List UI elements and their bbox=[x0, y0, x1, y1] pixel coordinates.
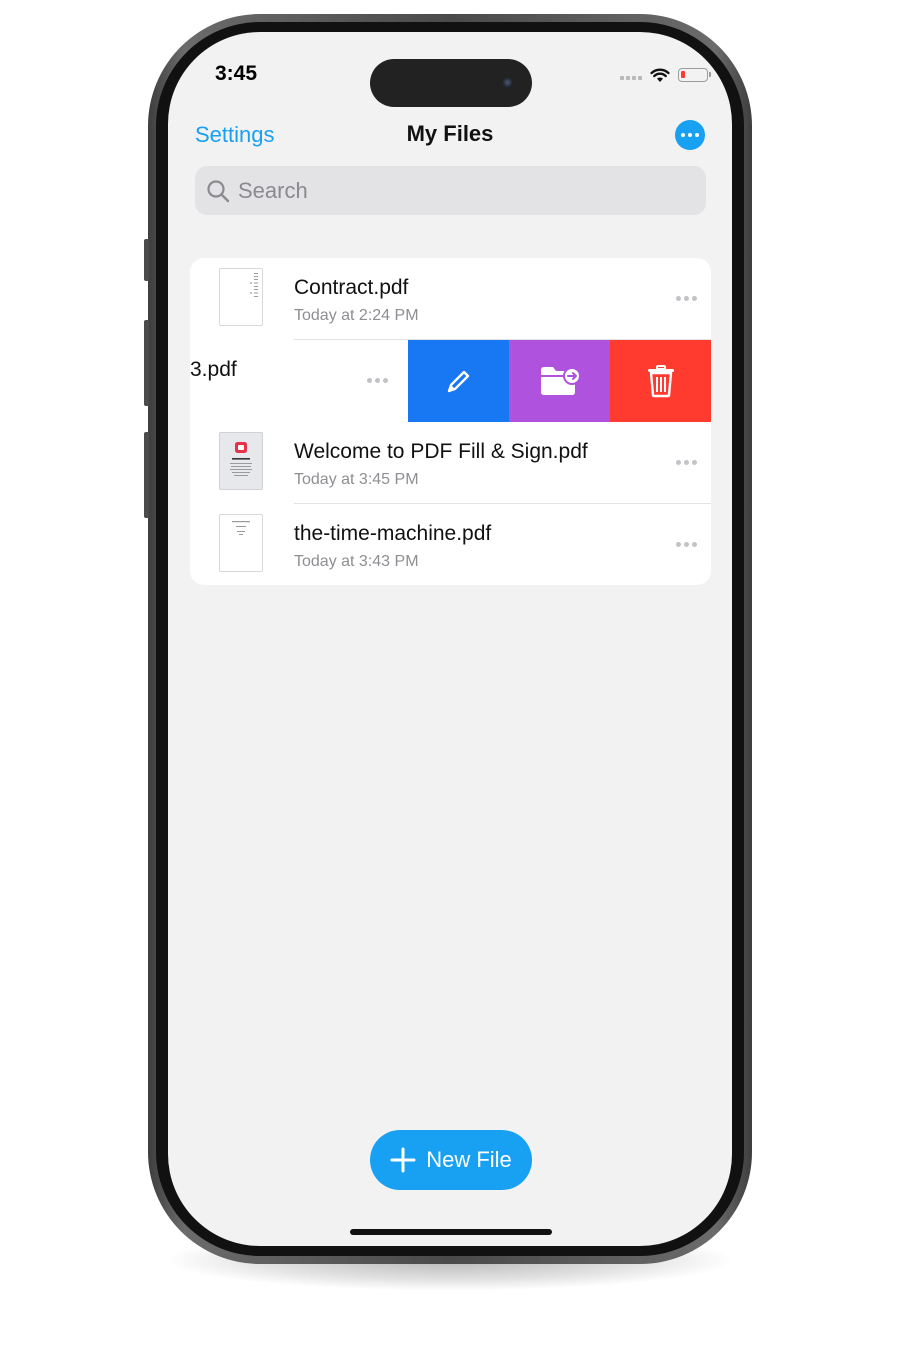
delete-action-button[interactable] bbox=[610, 340, 711, 422]
status-time: 3:45 bbox=[215, 62, 258, 85]
page-title: My Files bbox=[406, 121, 494, 146]
file-thumbnail bbox=[219, 268, 263, 326]
file-list: Contract.pdf Today at 2:24 PM 3.pdf Welc… bbox=[190, 258, 711, 585]
file-row-swiped[interactable]: 3.pdf bbox=[190, 340, 711, 422]
row-more-button[interactable] bbox=[367, 378, 388, 383]
volume-down-button bbox=[144, 432, 149, 518]
file-row[interactable]: Contract.pdf Today at 2:24 PM bbox=[190, 258, 711, 340]
more-options-button[interactable] bbox=[675, 120, 705, 150]
row-more-button[interactable] bbox=[676, 296, 697, 301]
ellipsis-icon bbox=[676, 296, 681, 301]
row-more-button[interactable] bbox=[676, 542, 697, 547]
move-action-button[interactable] bbox=[509, 340, 610, 422]
new-file-button[interactable]: New File bbox=[370, 1130, 532, 1190]
status-icons bbox=[620, 66, 711, 84]
search-icon bbox=[207, 179, 230, 202]
folder-move-icon bbox=[540, 367, 581, 395]
file-name: the-time-machine.pdf bbox=[294, 522, 492, 545]
file-date: Today at 3:43 PM bbox=[294, 553, 419, 570]
home-indicator[interactable] bbox=[350, 1229, 552, 1235]
file-name: 3.pdf bbox=[190, 358, 237, 381]
row-more-button[interactable] bbox=[676, 460, 697, 465]
volume-up-button bbox=[144, 320, 149, 406]
plus-icon bbox=[390, 1147, 416, 1173]
rename-action-button[interactable] bbox=[408, 340, 509, 422]
file-row[interactable]: the-time-machine.pdf Today at 3:43 PM bbox=[190, 504, 711, 585]
file-thumbnail bbox=[219, 514, 263, 572]
file-name: Welcome to PDF Fill & Sign.pdf bbox=[294, 440, 588, 463]
file-date: Today at 3:45 PM bbox=[294, 471, 419, 488]
camera-icon bbox=[502, 77, 513, 88]
pencil-icon bbox=[447, 370, 469, 393]
battery-icon bbox=[678, 68, 711, 82]
phone-frame: 3:45 Settings My Files Search Contract.p… bbox=[144, 14, 752, 1264]
file-thumbnail bbox=[219, 432, 263, 490]
wifi-icon bbox=[650, 68, 670, 82]
file-date: Today at 2:24 PM bbox=[294, 307, 419, 324]
trash-icon bbox=[647, 365, 674, 398]
file-row[interactable]: Welcome to PDF Fill & Sign.pdf Today at … bbox=[190, 422, 711, 504]
ellipsis-icon bbox=[676, 460, 681, 465]
ellipsis-icon bbox=[367, 378, 372, 383]
ellipsis-icon bbox=[676, 542, 681, 547]
dynamic-island bbox=[370, 59, 532, 107]
search-placeholder: Search bbox=[238, 177, 308, 203]
screen: 3:45 Settings My Files Search Contract.p… bbox=[168, 32, 732, 1246]
file-name: Contract.pdf bbox=[294, 276, 409, 299]
ellipsis-circle-icon bbox=[681, 133, 685, 137]
search-field[interactable]: Search bbox=[195, 166, 706, 215]
action-button bbox=[144, 239, 149, 281]
new-file-label: New File bbox=[426, 1147, 512, 1172]
signal-icon bbox=[620, 70, 642, 80]
